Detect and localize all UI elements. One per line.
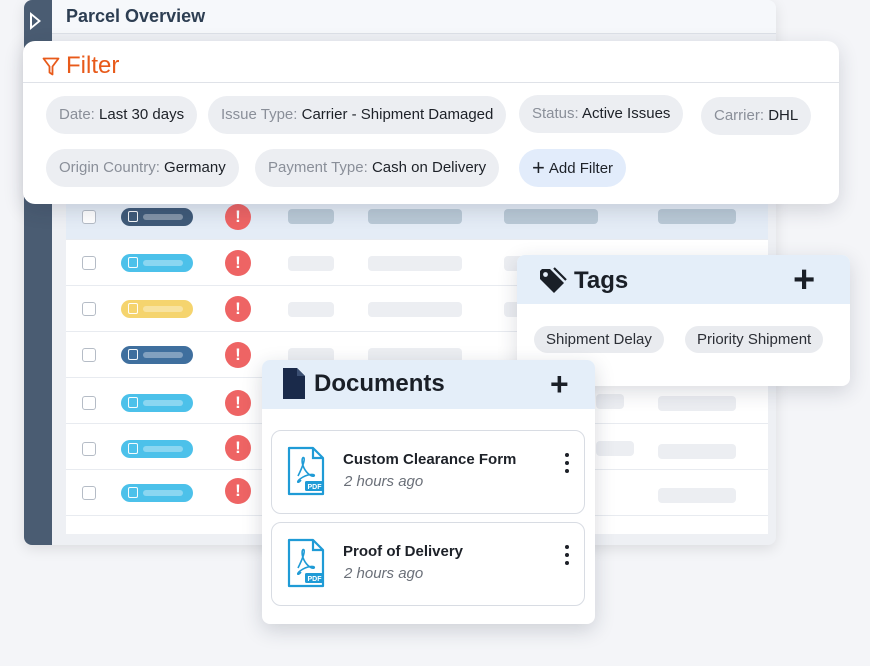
filter-title: Filter [66,52,120,79]
alert-icon: ! [225,204,251,230]
filter-icon[interactable] [42,57,60,77]
kebab-menu-icon[interactable] [562,453,572,477]
alert-icon: ! [225,342,251,368]
document-name: Custom Clearance Form [343,451,517,468]
tag-icon [540,267,567,293]
alert-icon: ! [225,296,251,322]
page-title: Parcel Overview [66,6,206,26]
chip-value: DHL [768,107,799,124]
status-badge [121,484,193,502]
kebab-menu-icon[interactable] [562,545,572,569]
documents-panel: Documents + PDF Custom Clearance Form 2 … [262,360,595,624]
documents-header: Documents + [262,360,595,409]
tags-header: Tags + [517,255,850,304]
status-badge [121,440,193,458]
add-filter-label: Add Filter [548,160,614,177]
row-checkbox[interactable] [82,442,96,456]
add-filter-button[interactable]: + Add Filter [519,149,627,187]
svg-text:PDF: PDF [308,484,323,491]
app-header: Parcel Overview [52,0,776,34]
filter-header: Filter [23,41,839,83]
filter-chip-origin-country[interactable]: Origin Country: Germany [46,149,239,187]
document-item[interactable]: PDF Proof of Delivery 2 hours ago [271,522,585,606]
pdf-icon: PDF [287,538,325,588]
chip-key: Payment Type: [268,159,368,176]
filter-chip-issue-type[interactable]: Issue Type: Carrier - Shipment Damaged [208,96,507,134]
plus-icon: + [532,155,545,180]
row-checkbox[interactable] [82,256,96,270]
add-tag-button[interactable]: + [793,261,815,299]
alert-icon: ! [225,250,251,276]
tag-chip[interactable]: Shipment Delay [534,326,664,353]
alert-icon: ! [225,478,251,504]
row-checkbox[interactable] [82,486,96,500]
document-icon [283,368,305,399]
status-badge [121,346,193,364]
row-checkbox[interactable] [82,348,96,362]
chip-key: Carrier: [714,107,765,124]
pdf-icon: PDF [287,446,325,496]
document-time: 2 hours ago [344,473,424,490]
svg-text:PDF: PDF [308,576,323,583]
document-item[interactable]: PDF Custom Clearance Form 2 hours ago [271,430,585,514]
chip-key: Date: [59,106,95,123]
tags-title: Tags [574,267,629,294]
document-time: 2 hours ago [344,565,424,582]
chip-value: Active Issues [582,105,671,122]
documents-title: Documents [314,370,445,397]
row-checkbox[interactable] [82,210,96,224]
alert-icon: ! [225,435,251,461]
filter-chip-date[interactable]: Date: Last 30 days [46,96,198,134]
filter-chip-payment-type[interactable]: Payment Type: Cash on Delivery [255,149,500,187]
row-checkbox[interactable] [82,302,96,316]
status-badge [121,208,193,226]
filter-panel: Filter Date: Last 30 days Issue Type: Ca… [23,41,839,204]
chip-key: Status: [532,105,579,122]
chip-value: Carrier - Shipment Damaged [301,106,494,123]
filter-chip-carrier[interactable]: Carrier: DHL [701,97,812,135]
tag-chip[interactable]: Priority Shipment [685,326,824,353]
document-name: Proof of Delivery [343,543,464,560]
row-checkbox[interactable] [82,396,96,410]
status-badge [121,394,193,412]
chip-key: Issue Type: [221,106,298,123]
alert-icon: ! [225,390,251,416]
chip-value: Cash on Delivery [371,159,487,176]
expand-rail-icon[interactable] [30,12,41,30]
status-badge [121,300,193,318]
chip-key: Origin Country: [59,159,160,176]
status-badge [121,254,193,272]
chip-value: Germany [164,159,226,176]
chip-value: Last 30 days [99,106,185,123]
filter-chip-status[interactable]: Status: Active Issues [519,95,684,133]
add-document-button[interactable]: + [550,368,569,400]
